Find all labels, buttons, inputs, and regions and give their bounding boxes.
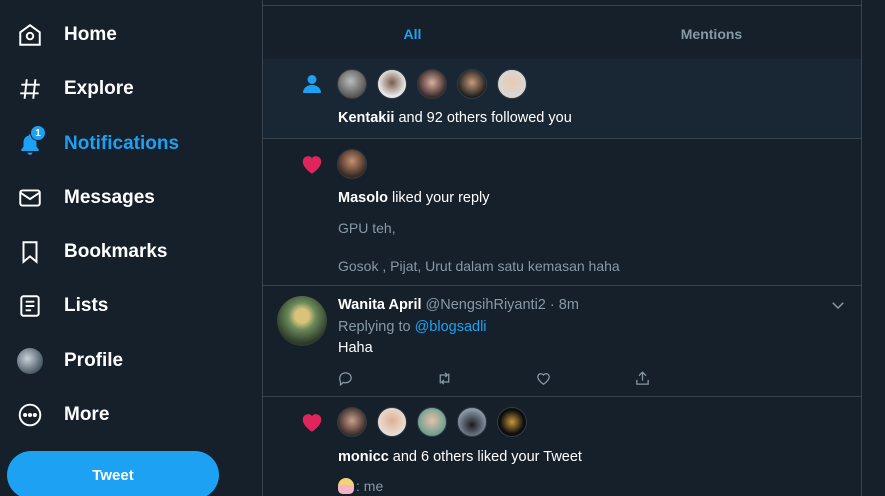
follower-avatars <box>337 69 537 99</box>
bookmark-icon <box>14 236 46 268</box>
like-notification[interactable]: monicc and 6 others liked your Tweet : m… <box>263 397 861 496</box>
tab-all[interactable]: All <box>263 6 562 62</box>
replying-to: Replying to @blogsadli <box>338 319 487 335</box>
notification-tabs: All Mentions <box>263 5 861 63</box>
sidebar-item-label: Home <box>64 24 117 45</box>
notification-message: and 6 others liked your Tweet <box>388 449 582 465</box>
tweet-time[interactable]: 8m <box>559 297 579 313</box>
tweet-author-name[interactable]: Wanita April <box>338 297 422 313</box>
like-button[interactable] <box>535 368 634 388</box>
list-icon <box>14 290 46 322</box>
sidebar-item-bookmarks[interactable]: Bookmarks <box>14 232 168 272</box>
sidebar: Home Explore 1 Notifications Messages Bo… <box>0 0 262 496</box>
actor-name[interactable]: Masolo <box>338 190 388 206</box>
liked-text-line: GPU teh, <box>338 220 396 236</box>
avatar[interactable] <box>337 149 367 179</box>
tweet-author-handle[interactable]: @NengsihRiyanti2 <box>426 297 546 313</box>
preview-text: : me <box>356 478 384 494</box>
separator: · <box>545 297 559 313</box>
replying-prefix: Replying to <box>338 319 415 335</box>
sidebar-item-label: Profile <box>64 350 124 371</box>
sidebar-item-label: Notifications <box>64 133 180 154</box>
heart-icon <box>299 151 325 177</box>
liker-avatars <box>337 407 537 437</box>
notification-text: monicc and 6 others liked your Tweet <box>338 449 582 465</box>
replying-to-link[interactable]: @blogsadli <box>415 319 487 335</box>
sidebar-item-label: Bookmarks <box>64 241 168 262</box>
actor-name[interactable]: monicc <box>338 449 389 465</box>
avatar[interactable] <box>457 407 487 437</box>
home-icon <box>14 19 46 51</box>
notification-text: Kentakii and 92 others followed you <box>338 110 572 126</box>
heart-outline-icon <box>537 372 550 385</box>
liked-text-line: Gosok , Pijat, Urut dalam satu kemasan h… <box>338 258 620 274</box>
avatar[interactable] <box>377 69 407 99</box>
notification-badge: 1 <box>30 125 46 141</box>
bell-icon: 1 <box>14 125 46 160</box>
reply-icon <box>339 371 352 386</box>
sidebar-item-label: More <box>64 404 110 425</box>
envelope-icon <box>14 182 46 214</box>
chevron-down-icon[interactable] <box>829 296 847 314</box>
avatar[interactable] <box>277 296 327 346</box>
hashtag-icon <box>14 73 46 105</box>
notification-message: and 92 others followed you <box>394 110 572 126</box>
sidebar-item-label: Lists <box>64 295 109 316</box>
sidebar-item-messages[interactable]: Messages <box>14 178 155 218</box>
like-notification[interactable]: Masolo liked your reply GPU teh, Gosok ,… <box>263 139 861 286</box>
heart-icon <box>299 409 325 435</box>
tweet-text: Haha <box>338 340 373 356</box>
sidebar-item-home[interactable]: Home <box>14 15 117 55</box>
reply-tweet[interactable]: Wanita April @NengsihRiyanti2 · 8m Reply… <box>263 286 861 397</box>
person-icon <box>299 71 325 97</box>
liked-tweet-preview: : me <box>338 478 383 494</box>
avatar[interactable] <box>337 69 367 99</box>
avatar[interactable] <box>457 69 487 99</box>
avatar <box>14 345 46 377</box>
avatar[interactable] <box>377 407 407 437</box>
share-button[interactable] <box>634 368 733 388</box>
avatar[interactable] <box>417 407 447 437</box>
actor-name[interactable]: Kentakii <box>338 110 394 126</box>
avatar[interactable] <box>497 69 527 99</box>
tab-mentions[interactable]: Mentions <box>562 6 861 62</box>
share-icon <box>636 370 649 385</box>
woman-emoji-icon <box>338 478 354 494</box>
sidebar-item-label: Messages <box>64 187 155 208</box>
reply-button[interactable] <box>337 368 436 388</box>
notifications-timeline: All Mentions Kentakii and 92 others foll… <box>262 0 862 496</box>
follow-notification[interactable]: Kentakii and 92 others followed you <box>263 59 861 139</box>
tweet-header: Wanita April @NengsihRiyanti2 · 8m <box>338 297 579 313</box>
retweet-button[interactable] <box>436 368 535 388</box>
more-icon <box>14 399 46 431</box>
notification-text: Masolo liked your reply <box>338 190 490 206</box>
retweet-icon <box>439 371 450 385</box>
sidebar-item-notifications[interactable]: 1 Notifications <box>14 124 179 164</box>
avatar[interactable] <box>417 69 447 99</box>
sidebar-item-lists[interactable]: Lists <box>14 286 108 326</box>
liker-avatars <box>337 149 377 179</box>
sidebar-item-more[interactable]: More <box>14 395 109 435</box>
avatar[interactable] <box>497 407 527 437</box>
sidebar-item-label: Explore <box>64 78 134 99</box>
notification-message: liked your reply <box>387 190 490 206</box>
avatar[interactable] <box>337 407 367 437</box>
tweet-button[interactable]: Tweet <box>7 451 219 496</box>
tweet-actions <box>337 368 733 388</box>
sidebar-item-profile[interactable]: Profile <box>14 341 123 381</box>
sidebar-item-explore[interactable]: Explore <box>14 69 134 109</box>
